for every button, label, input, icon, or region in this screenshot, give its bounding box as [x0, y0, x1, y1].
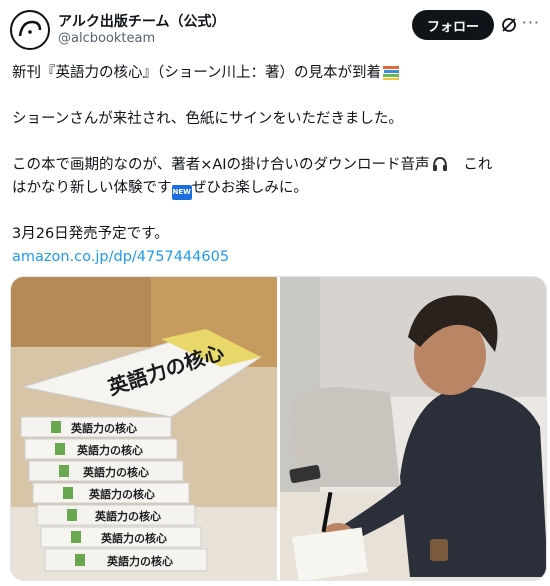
photo-books[interactable]: 英語力の核心 英語力の核心 英語力の核心 英語力の核心 英語力の核心 英語力の核…	[11, 277, 277, 580]
follow-button[interactable]: フォロー	[412, 10, 494, 40]
spine-title: 英語力の核心	[106, 554, 173, 568]
post-line-text: 新刊『英語力の核心』（ショーン川上：著）の見本が到着	[12, 65, 382, 81]
headphones-icon	[432, 156, 447, 171]
post-line: はかなり新しい体験ですNEWぜひお楽しみに。	[12, 177, 540, 200]
books-icon	[383, 66, 400, 80]
author-handle[interactable]: @alcbookteam	[58, 31, 155, 46]
more-icon[interactable]: ···	[522, 13, 540, 32]
post-line: この本で画期的なのが、著者×AIの掛け合いのダウンロード音声 これ	[12, 154, 540, 177]
photo-author-signing[interactable]	[280, 277, 546, 580]
media-grid: 英語力の核心 英語力の核心 英語力の核心 英語力の核心 英語力の核心 英語力の核…	[10, 276, 547, 581]
post-line-text: はかなり新しい体験です	[12, 180, 172, 196]
spine-title: 英語力の核心	[94, 509, 161, 523]
post-line: 新刊『英語力の核心』（ショーン川上：著）の見本が到着	[12, 62, 540, 85]
post-line: 3月26日発売予定です。	[12, 226, 169, 242]
spine-title: 英語力の核心	[82, 465, 149, 479]
grok-icon[interactable]	[500, 16, 518, 34]
avatar[interactable]	[10, 10, 50, 50]
post-header: アルク出版チーム（公式） @alcbookteam フォロー ···	[10, 8, 540, 52]
post-text: 新刊『英語力の核心』（ショーン川上：著）の見本が到着 ショーンさんが来社され、色…	[12, 62, 540, 269]
post-line: ショーンさんが来社され、色紙にサインをいただきました。	[12, 111, 403, 127]
post-line-text: ぜひお楽しみに。	[191, 180, 308, 196]
post-line-text: この本で画期的なのが、著者×AIの掛け合いのダウンロード音声	[12, 157, 430, 173]
spine-title: 英語力の核心	[88, 487, 155, 501]
post-line-text: これ	[463, 157, 493, 173]
new-icon: NEW	[171, 185, 192, 200]
alc-logo-icon	[18, 20, 42, 37]
spine-title: 英語力の核心	[100, 531, 167, 545]
author-name[interactable]: アルク出版チーム（公式）	[58, 11, 225, 31]
spine-title: 英語力の核心	[70, 421, 137, 435]
spine-title: 英語力の核心	[76, 443, 143, 457]
amazon-link[interactable]: amazon.co.jp/dp/4757444605	[12, 246, 540, 269]
